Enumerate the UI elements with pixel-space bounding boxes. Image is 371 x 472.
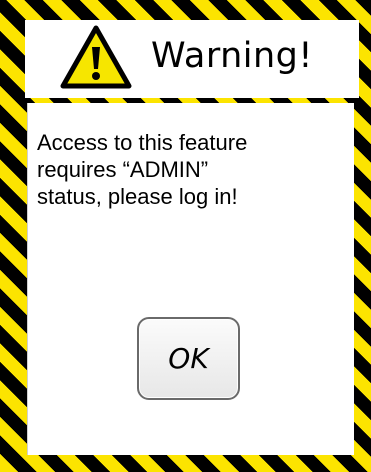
warning-dialog: Warning! Access to this feature requires… xyxy=(0,0,371,472)
dialog-body: Access to this feature requires “ADMIN” … xyxy=(27,103,354,455)
warning-message: Access to this feature requires “ADMIN” … xyxy=(37,129,337,210)
message-line: Access to this feature xyxy=(37,130,248,155)
dialog-header: Warning! xyxy=(25,20,359,98)
dialog-title: Warning! xyxy=(151,36,313,76)
ok-button[interactable]: OK xyxy=(137,317,240,400)
message-line: requires “ADMIN” xyxy=(37,157,209,182)
warning-triangle-icon xyxy=(60,25,132,89)
message-line: status, please log in! xyxy=(37,184,238,209)
ok-button-label: OK xyxy=(168,342,209,375)
